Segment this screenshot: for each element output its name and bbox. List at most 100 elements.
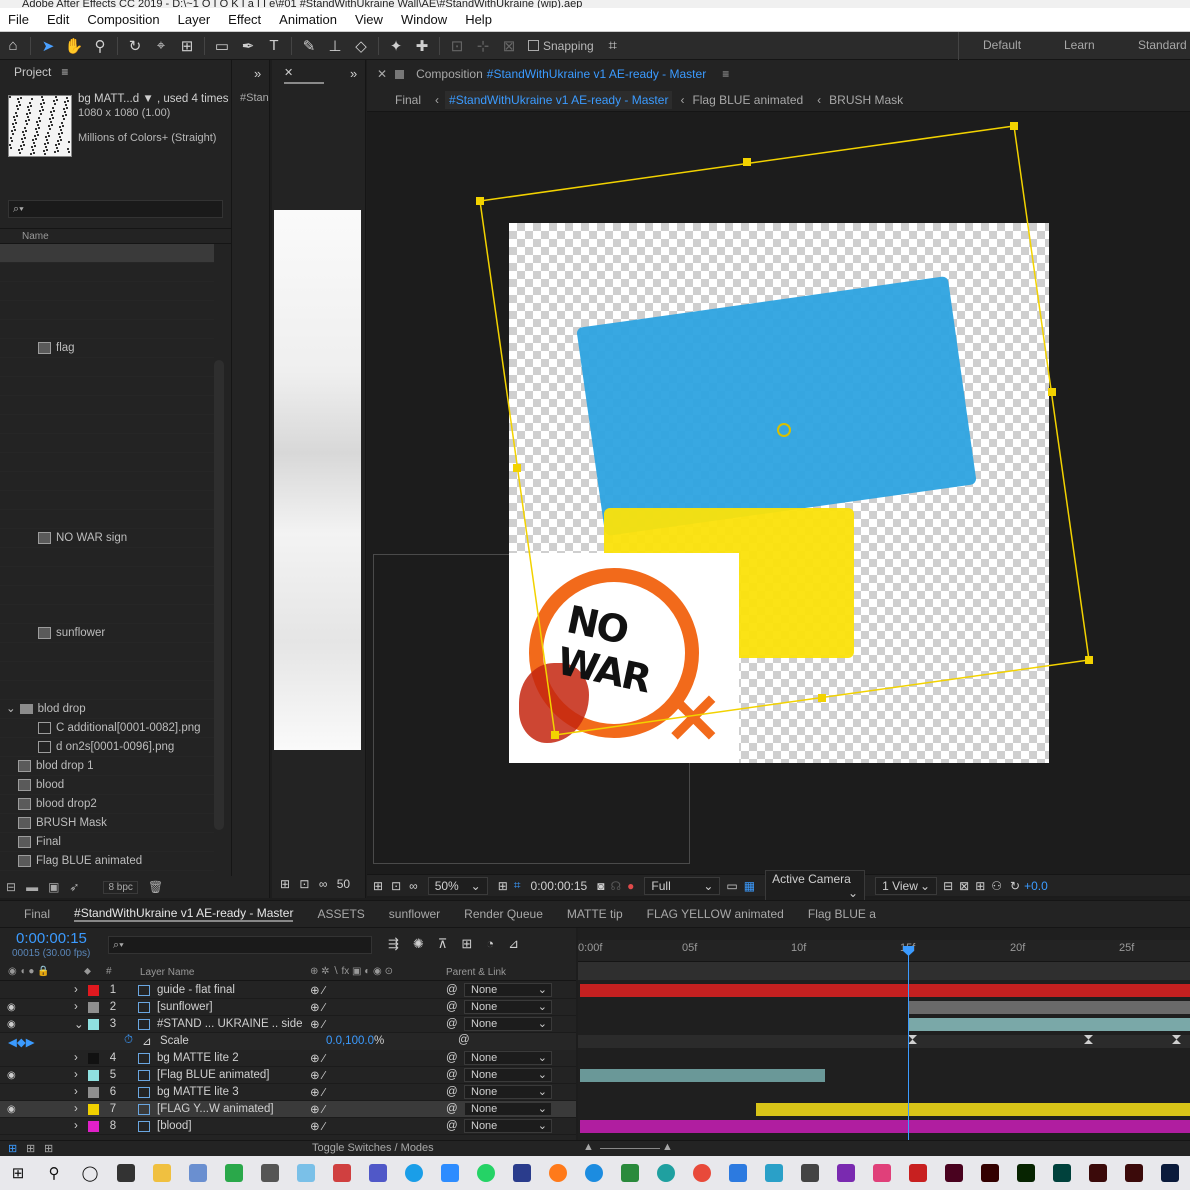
layer-row[interactable]: › 4 bg MATTE lite 2 ⊕ ∕ @ None ⌄ (0, 1050, 576, 1067)
project-item[interactable]: flower/...ndWithUkraine v1 AE-r (0, 434, 214, 453)
layer-switches[interactable]: ⊕ ∕ (310, 1068, 325, 1082)
layer-switches[interactable]: ⊕ ∕ (310, 1017, 325, 1031)
timeline-tab[interactable]: MATTE tip (567, 907, 623, 921)
app-icon-1[interactable] (180, 1156, 216, 1190)
project-item[interactable]: d on2s[0001-0096].png (0, 738, 214, 757)
zoom-tool-icon[interactable]: ⚲ (87, 35, 113, 57)
layer-duration-bar[interactable] (756, 1103, 1190, 1116)
snapshot-icon[interactable]: ◙ (597, 879, 604, 893)
transform-handle[interactable] (476, 197, 484, 205)
timeline-tab[interactable]: sunflower (389, 907, 440, 921)
project-item[interactable]: X cross...andWithUkraine v1 AE- (0, 681, 214, 700)
project-item[interactable]: X cross...andWithUkraine v1 AE- (0, 662, 214, 681)
parent-dropdown[interactable]: None ⌄ (464, 1017, 552, 1031)
transform-handle[interactable] (551, 731, 559, 739)
project-item[interactable]: bg/#StandWithUkraine v1 AE-re (0, 263, 214, 282)
transform-handle[interactable] (743, 158, 751, 166)
layer-row[interactable]: › 8 [blood] ⊕ ∕ @ None ⌄ (0, 1118, 576, 1135)
animate-icon-3[interactable] (1152, 1156, 1188, 1190)
snapping-toggle[interactable]: Snapping (528, 39, 594, 53)
parent-dropdown[interactable]: None ⌄ (464, 1051, 552, 1065)
project-item[interactable]: NO WAR ...dWithUkraine v1 AE- (0, 605, 214, 624)
visibility-eye-icon[interactable]: ◉ (7, 1002, 19, 1013)
layer-twirl-icon[interactable]: › (74, 1120, 78, 1132)
project-item[interactable]: mid/#StandWithUkraine v1 AE- (0, 491, 214, 510)
transform-handle[interactable] (1010, 122, 1018, 130)
layer-label-color[interactable] (88, 1052, 99, 1064)
roto-brush-tool-icon[interactable]: ✦ (383, 35, 409, 57)
app-icon-6[interactable] (612, 1156, 648, 1190)
layer-label-color[interactable] (88, 1018, 99, 1030)
layer-label-color[interactable] (88, 1069, 99, 1081)
layer-row[interactable]: ◉ › 2 [sunflower] ⊕ ∕ @ None ⌄ (0, 999, 576, 1016)
camera-dropdown[interactable]: Active Camera ⌄ (765, 869, 866, 902)
layer-duration-bar[interactable] (908, 1018, 1190, 1031)
layer-label-color[interactable] (88, 1086, 99, 1098)
selection-tool-icon[interactable]: ➤ (35, 35, 61, 57)
comp-mini-flowchart-icon[interactable]: ⇶ (388, 936, 399, 952)
calculator-icon[interactable] (252, 1156, 288, 1190)
parent-pickwhip-icon[interactable]: @ (446, 1018, 458, 1030)
hand-tool-icon[interactable]: ✋ (61, 35, 87, 57)
timeline-tab[interactable]: FLAG YELLOW animated (647, 907, 784, 921)
expand-modes-icon[interactable]: ⊞ (26, 1142, 35, 1155)
project-item[interactable]: NO WAR ...dWithUkraine v1 AE- (0, 567, 214, 586)
layer-twirl-icon[interactable]: › (74, 1001, 78, 1013)
parent-pickwhip-icon[interactable]: @ (446, 984, 458, 996)
menu-item-effect[interactable]: Effect (228, 12, 261, 27)
toggle-pixel-aspect-icon[interactable]: ⊟ (943, 879, 953, 893)
grid-icon[interactable]: ⊞ (498, 879, 508, 893)
pen-tool-icon[interactable]: ✒ (235, 35, 261, 57)
rectangle-tool-icon[interactable]: ▭ (209, 35, 235, 57)
current-time[interactable]: 0:00:00:15 (531, 879, 588, 893)
show-snapshot-icon[interactable]: ☊ (610, 879, 621, 893)
layer-row[interactable]: ◉ › 5 [Flag BLUE animated] ⊕ ∕ @ None ⌄ (0, 1067, 576, 1084)
shy-icon[interactable]: ⊼ (438, 936, 448, 952)
transform-bounding-box[interactable] (367, 112, 1190, 874)
delete-icon[interactable]: 🗑 (148, 880, 163, 894)
breadcrumb-master[interactable]: #StandWithUkraine v1 AE-ready - Master (445, 90, 673, 109)
layer-switches[interactable]: ⊕ ∕ (310, 1085, 325, 1099)
dreamweaver-icon[interactable] (1008, 1156, 1044, 1190)
layer-twirl-icon[interactable]: ⌄ (74, 1017, 84, 1031)
layer-twirl-icon[interactable]: › (74, 984, 78, 996)
menu-item-window[interactable]: Window (401, 12, 447, 27)
project-item[interactable]: FLAG TO...dWithUkraine v1 AE- (0, 415, 214, 434)
layer-row[interactable]: ◉ ⌄ 3 #STAND ... UKRAINE .. side ⊕ ∕ @ None ⌄ (0, 1016, 576, 1033)
brush-tool-icon[interactable]: ✎ (296, 35, 322, 57)
layer-row[interactable]: › 6 bg MATTE lite 3 ⊕ ∕ @ None ⌄ (0, 1084, 576, 1101)
panel-menu-icon[interactable]: ≡ (722, 67, 729, 81)
cortana-icon[interactable]: ◯ (72, 1156, 108, 1190)
transform-handle[interactable] (1048, 388, 1056, 396)
zoom-in-icon[interactable]: ▲ (662, 1141, 673, 1153)
layer-name[interactable]: bg MATTE lite 3 (157, 1086, 307, 1098)
layer-name[interactable]: [FLAG Y...W animated] (157, 1103, 307, 1115)
expand-panels-icon[interactable]: » (350, 66, 357, 81)
keyframe-nav-icon[interactable]: ◀◆▶ (8, 1035, 35, 1049)
visibility-eye-icon[interactable]: ◉ (7, 1104, 19, 1115)
expression-pickwhip-icon[interactable]: @ (458, 1034, 470, 1046)
puppet-pin-tool-icon[interactable]: ✚ (409, 35, 435, 57)
start-icon[interactable]: ⊞ (0, 1156, 36, 1190)
work-area-bar[interactable] (578, 962, 1190, 980)
project-item[interactable]: FLAG fl...andWithUkraine v1 AE- (0, 396, 214, 415)
menu-item-composition[interactable]: Composition (87, 12, 159, 27)
teams-icon[interactable] (360, 1156, 396, 1190)
menu-item-animation[interactable]: Animation (279, 12, 337, 27)
layer-name[interactable]: guide - flat final (157, 984, 307, 996)
snap-options-icon[interactable]: ⌗ (600, 35, 626, 57)
visibility-eye-icon[interactable]: ◉ (7, 1070, 19, 1081)
transparency-grid-icon[interactable]: ▦ (744, 879, 755, 893)
zoom-slider[interactable] (600, 1148, 660, 1149)
display-icon[interactable]: ⊡ (299, 877, 309, 891)
folder-twirl-icon[interactable]: ⌄ (6, 700, 16, 718)
timeline-tab[interactable]: #StandWithUkraine v1 AE-ready - Master (74, 906, 294, 922)
expand-panels-icon[interactable]: » (254, 66, 261, 81)
parent-dropdown[interactable]: None ⌄ (464, 1102, 552, 1116)
type-tool-icon[interactable]: T (261, 35, 287, 57)
layer-duration-bar[interactable] (908, 1001, 1190, 1014)
layer-label-color[interactable] (88, 984, 99, 996)
parent-dropdown[interactable]: None ⌄ (464, 1119, 552, 1133)
illustrator-icon[interactable] (972, 1156, 1008, 1190)
graph-editor-icon[interactable]: ⊿ (508, 936, 519, 952)
